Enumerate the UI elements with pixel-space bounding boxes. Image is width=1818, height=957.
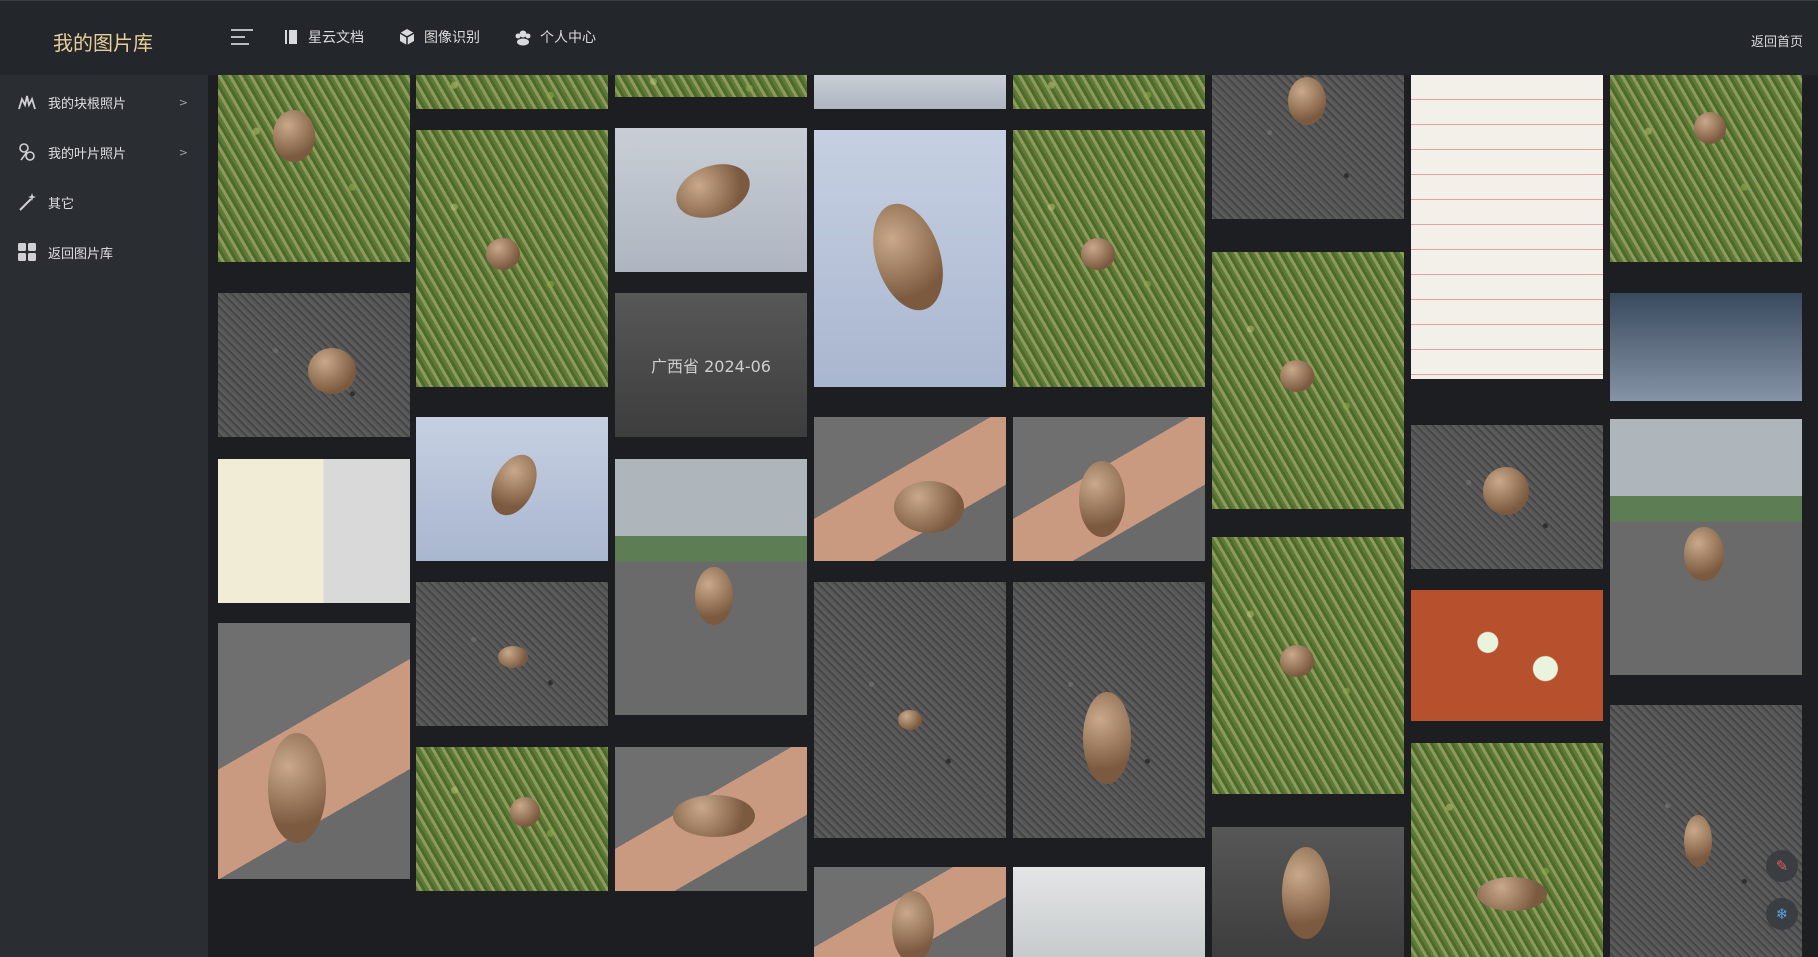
sidebar-item-label: 其它 [48,196,75,212]
photo-tile[interactable] [1212,537,1404,794]
sidebar-item-label: 返回图片库 [48,246,114,262]
chevron-right-icon: > [178,145,188,159]
top-navbar: 我的图片库 星云文档 图像识别 个人中心 返回首页 [0,0,1818,75]
photo-tile[interactable] [615,747,807,891]
tuber-image [1684,527,1724,581]
nav-item-docs[interactable]: 星云文档 [282,27,364,47]
grid-icon [18,243,36,261]
chevron-right-icon: > [178,95,188,109]
sidebar-item-root-photos[interactable]: 我的块根照片 > [0,77,208,127]
tuber-image [860,194,956,320]
sidebar-item-other[interactable]: 其它 [0,177,208,227]
sidebar-item-leaf-photos[interactable]: 我的叶片照片 > [0,127,208,177]
sidebar-item-back-gallery[interactable]: 返回图片库 [0,227,208,277]
photo-gallery: 广西省 2024-06 [218,75,1804,957]
tuber-image [673,795,755,837]
tuber-image [1288,77,1326,125]
tuber-image [273,110,315,162]
tuber-image [668,154,758,228]
photo-tile[interactable]: 广西省 2024-06 [615,293,807,437]
nav-item-personal-center[interactable]: 个人中心 [514,27,596,47]
photo-tile[interactable] [416,417,608,561]
photo-tile[interactable] [1013,582,1205,838]
brand-title[interactable]: 我的图片库 [53,27,153,56]
photo-tile[interactable] [814,130,1006,387]
tuber-image [1083,692,1131,784]
snowflake-icon[interactable]: ❄ [1766,898,1798,930]
tuber-image [894,481,964,533]
photo-tile[interactable] [1610,75,1802,262]
photo-tile[interactable] [1013,867,1205,957]
tuber-image [1684,815,1712,867]
tuber-image [898,710,922,730]
photo-tile[interactable] [615,75,807,97]
photo-tile[interactable] [1610,419,1802,675]
tuber-image [268,733,326,843]
root-icon [18,95,36,110]
sidebar-item-label: 我的块根照片 [48,96,127,112]
photo-tile[interactable] [1411,743,1603,957]
photo-tile[interactable] [1610,293,1802,401]
photo-tile[interactable] [1013,75,1205,109]
tuber-image [695,567,733,625]
photo-tile[interactable] [1212,75,1404,219]
nav-item-image-recognition[interactable]: 图像识别 [398,27,480,47]
photo-tile[interactable] [1411,75,1603,379]
tuber-image [1280,645,1314,677]
tuber-image [1081,238,1115,270]
book-icon [285,30,297,44]
tuber-image [482,447,546,523]
cube-icon [399,29,415,45]
photo-tile[interactable] [218,459,410,603]
photo-tile[interactable] [814,417,1006,561]
tuber-image [1282,847,1330,939]
people-icon [515,30,531,46]
tuber-image [308,348,356,394]
photo-tile[interactable] [615,128,807,272]
nav-item-label: 星云文档 [308,30,364,46]
photo-tile[interactable] [1013,130,1205,387]
magic-wand-icon [19,193,36,211]
tuber-image [1477,877,1547,911]
back-home-link[interactable]: 返回首页 [1751,31,1803,50]
pen-icon[interactable]: ✎ [1766,850,1798,882]
photo-tile[interactable] [416,75,608,109]
photo-caption: 广西省 2024-06 [651,357,771,376]
photo-tile[interactable] [1013,417,1205,561]
photo-tile[interactable] [218,75,410,262]
tuber-image [1079,461,1125,537]
photo-tile[interactable] [814,867,1006,957]
nav-item-label: 图像识别 [424,30,480,46]
sidebar-item-label: 我的叶片照片 [48,146,127,162]
tuber-image [486,238,520,270]
photo-tile[interactable] [416,582,608,726]
nav-item-label: 个人中心 [540,30,596,46]
tuber-image [892,891,934,957]
sidebar: 我的块根照片 > 我的叶片照片 > 其它 返回图片库 [0,75,208,957]
photo-tile[interactable] [218,293,410,437]
tuber-image [498,646,528,668]
tuber-image [1483,467,1529,515]
photo-tile[interactable] [416,747,608,891]
leaf-icon [19,143,35,161]
photo-tile[interactable] [615,459,807,715]
photo-tile[interactable] [1212,827,1404,957]
menu-toggle-icon[interactable] [231,29,253,47]
tuber-image [1694,112,1726,144]
photo-tile[interactable] [416,130,608,387]
tuber-image [510,797,540,827]
photo-tile[interactable] [1212,252,1404,509]
tuber-image [1280,360,1314,392]
photo-tile[interactable] [218,623,410,879]
photo-tile[interactable] [1411,425,1603,569]
photo-tile[interactable] [814,75,1006,109]
photo-tile[interactable] [814,582,1006,838]
photo-tile[interactable] [1411,590,1603,721]
